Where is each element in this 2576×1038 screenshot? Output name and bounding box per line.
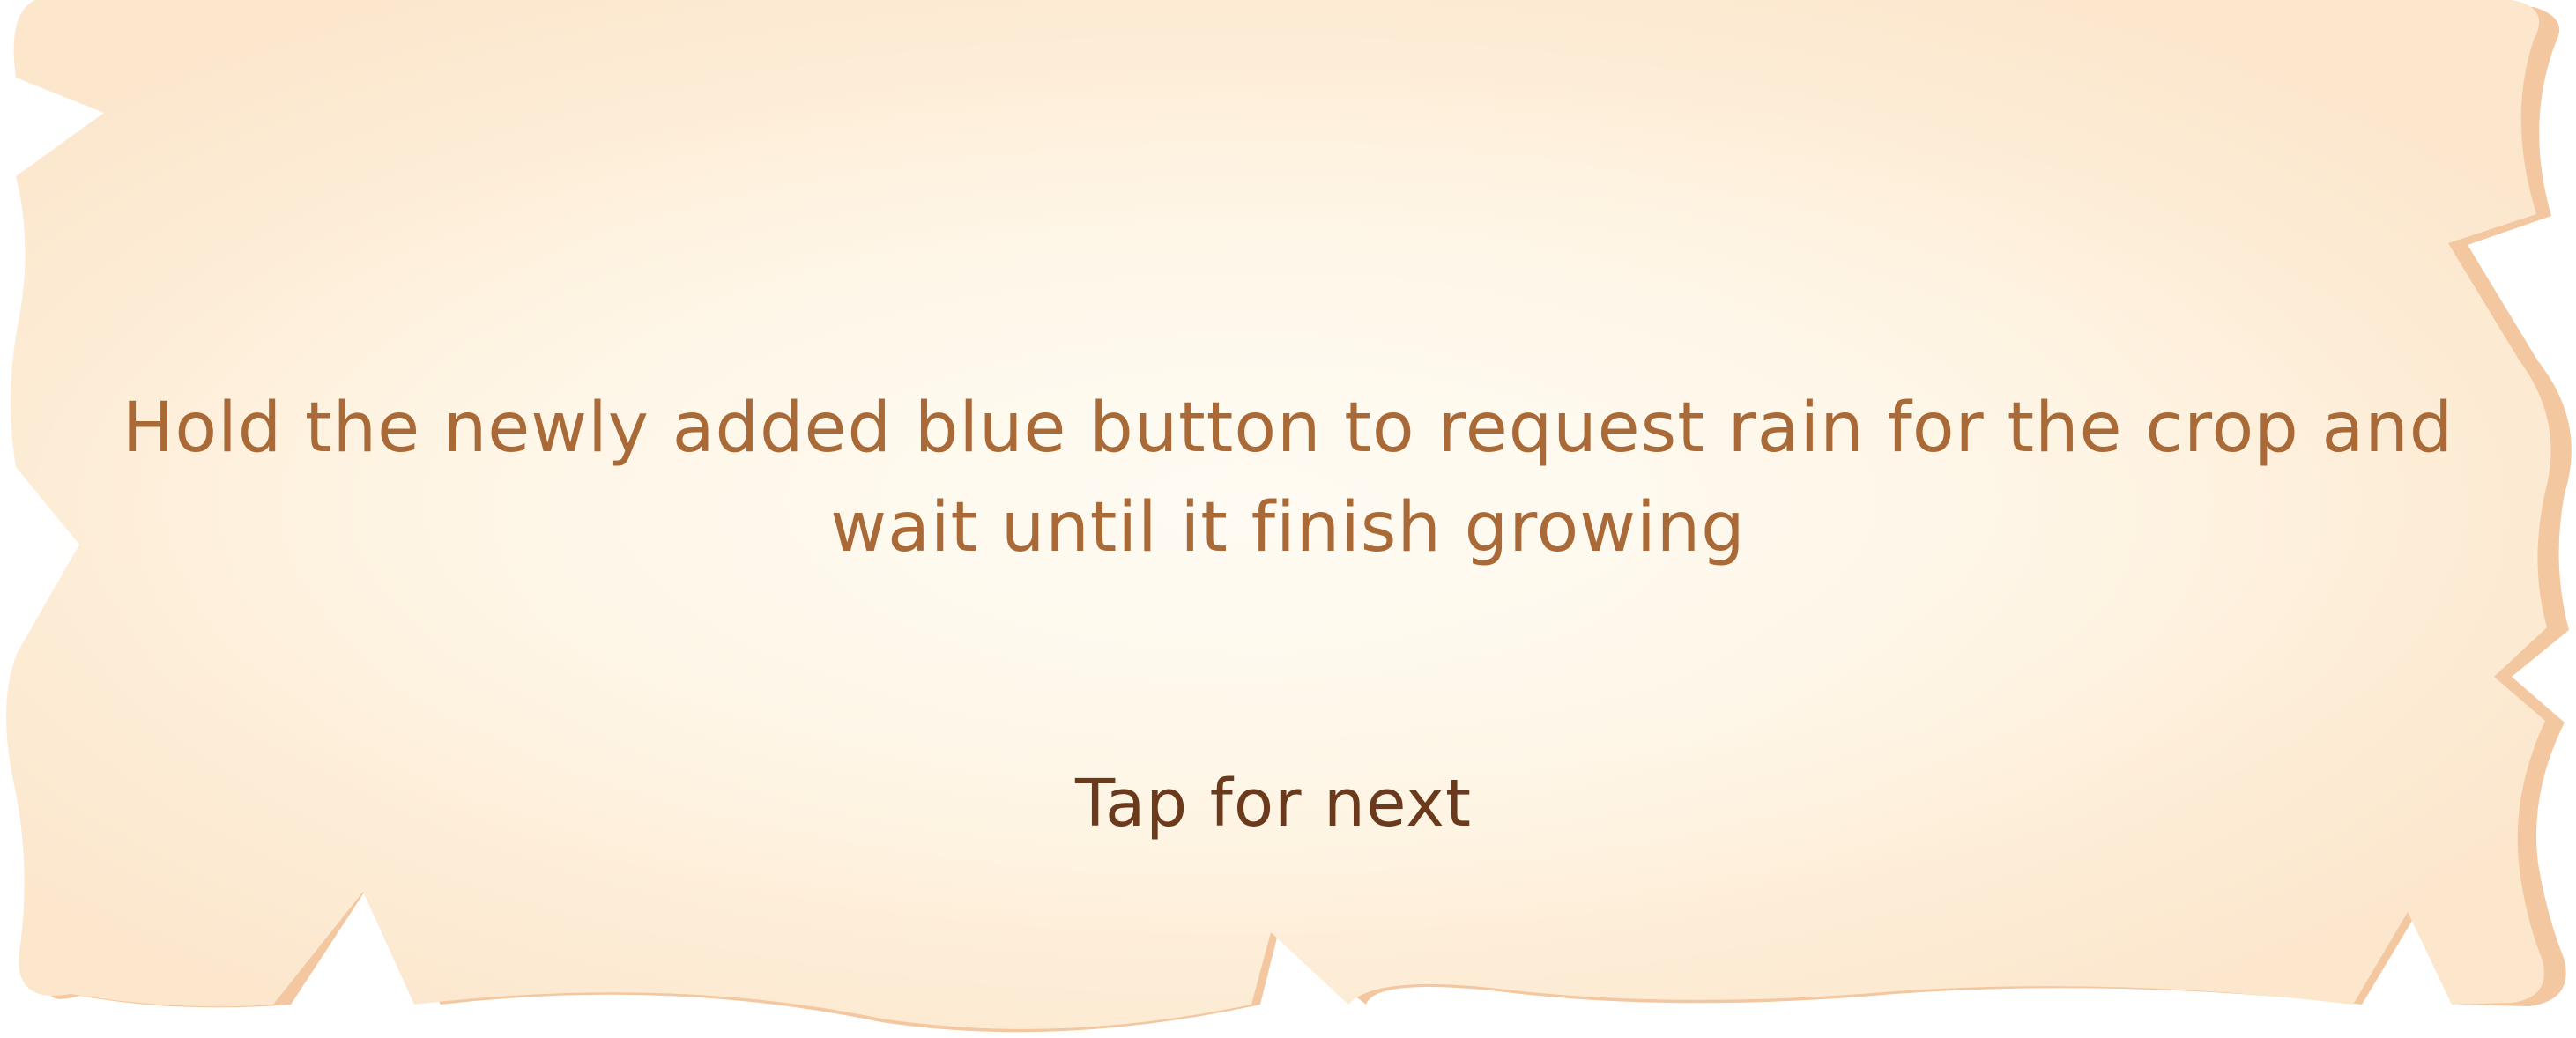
tap-for-next-button[interactable]: Tap for next [881, 760, 1666, 848]
tutorial-message: Hold the newly added blue button to requ… [122, 389, 2454, 567]
tutorial-dialog[interactable]: Hold the newly added blue button to requ… [0, 0, 2576, 1038]
